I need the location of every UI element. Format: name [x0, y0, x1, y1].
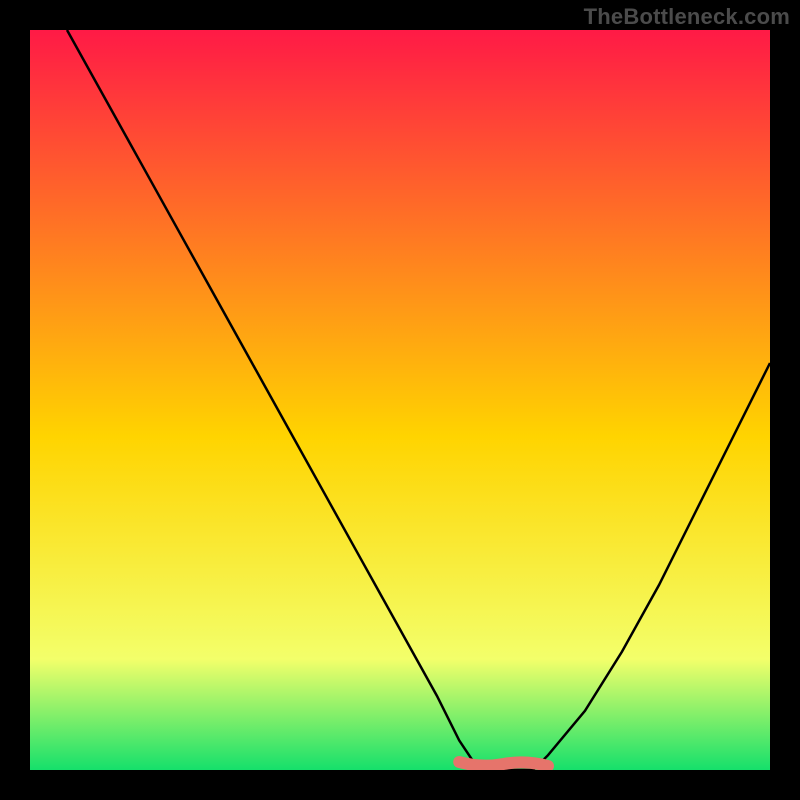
watermark-text: TheBottleneck.com	[584, 4, 790, 30]
bottleneck-curve	[67, 30, 770, 770]
optimal-region-marker	[459, 762, 548, 766]
chart-frame: TheBottleneck.com	[0, 0, 800, 800]
curve-layer	[30, 30, 770, 770]
plot-area	[30, 30, 770, 770]
